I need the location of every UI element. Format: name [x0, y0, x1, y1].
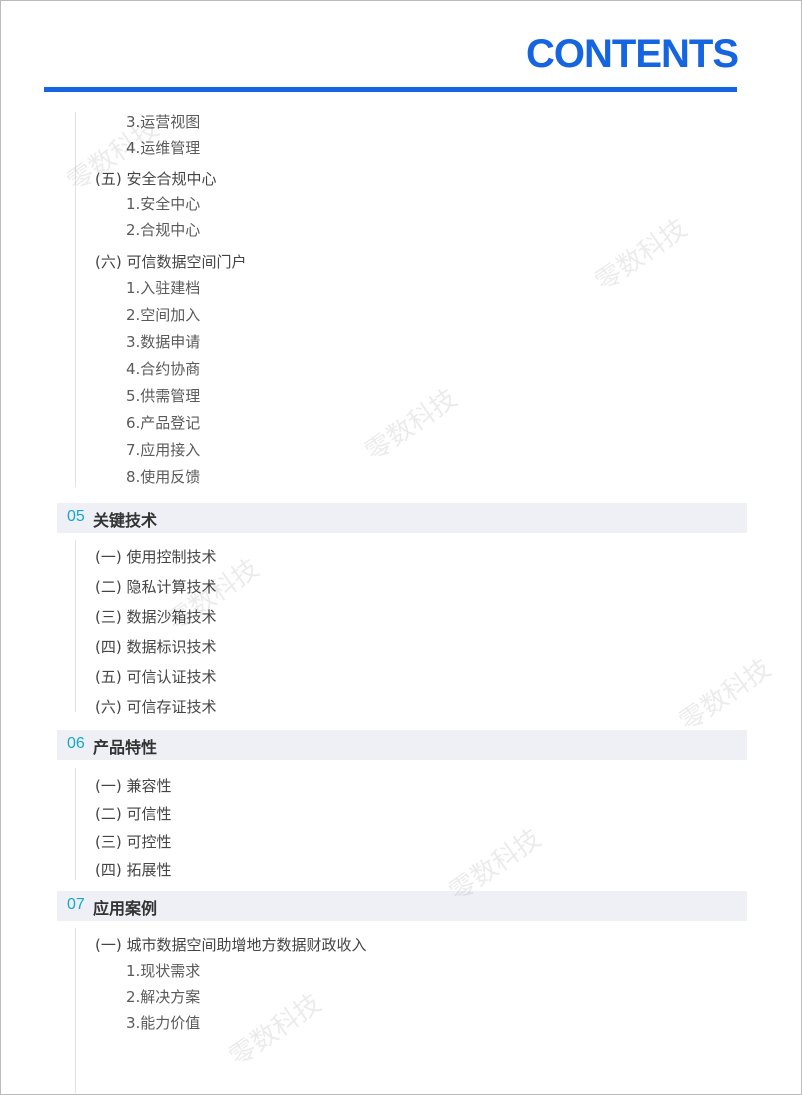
toc-subsection[interactable]: (一) 兼容性 [95, 775, 171, 796]
toc-item[interactable]: 5.供需管理 [126, 385, 200, 406]
section-divider-line [75, 540, 76, 712]
toc-item[interactable]: 7.应用接入 [126, 439, 200, 460]
toc-item[interactable]: 1.现状需求 [126, 960, 200, 981]
toc-subsection[interactable]: (二) 可信性 [95, 803, 171, 824]
toc-item[interactable]: 8.使用反馈 [126, 466, 200, 487]
section-header-05[interactable]: 05 关键技术 [57, 503, 747, 533]
section-number: 05 [67, 508, 85, 525]
toc-subsection[interactable]: (五) 安全合规中心 [95, 168, 216, 189]
toc-item[interactable]: 6.产品登记 [126, 412, 200, 433]
toc-subsection[interactable]: (六) 可信数据空间门户 [95, 251, 246, 272]
section-number: 07 [67, 896, 85, 913]
section-header-07[interactable]: 07 应用案例 [57, 891, 747, 921]
section-divider-line [75, 928, 76, 1093]
section-title: 产品特性 [93, 738, 158, 757]
toc-subsection[interactable]: (一) 城市数据空间助增地方数据财政收入 [95, 934, 366, 955]
toc-item[interactable]: 2.解决方案 [126, 986, 200, 1007]
toc-item[interactable]: 2.合规中心 [126, 219, 200, 240]
toc-item[interactable]: 2.空间加入 [126, 304, 200, 325]
section-title: 应用案例 [93, 899, 158, 918]
contents-title: CONTENTS [526, 32, 739, 76]
toc-subsection[interactable]: (三) 可控性 [95, 831, 171, 852]
toc-item[interactable]: 1.入驻建档 [126, 277, 200, 298]
toc-item[interactable]: 3.运营视图 [126, 111, 200, 132]
toc-item[interactable]: 4.合约协商 [126, 358, 200, 379]
section-header-06[interactable]: 06 产品特性 [57, 730, 747, 760]
toc-subsection[interactable]: (六) 可信存证技术 [95, 696, 216, 717]
toc-item[interactable]: 1.安全中心 [126, 193, 200, 214]
toc-item[interactable]: 4.运维管理 [126, 137, 200, 158]
title-underline [44, 87, 737, 92]
toc-subsection[interactable]: (四) 拓展性 [95, 859, 171, 880]
toc-subsection[interactable]: (一) 使用控制技术 [95, 546, 216, 567]
toc-subsection[interactable]: (五) 可信认证技术 [95, 666, 216, 687]
section-title: 关键技术 [93, 511, 158, 530]
section-divider-line [75, 112, 76, 487]
section-number: 06 [67, 735, 85, 752]
toc-subsection[interactable]: (三) 数据沙箱技术 [95, 606, 216, 627]
toc-subsection[interactable]: (二) 隐私计算技术 [95, 576, 216, 597]
section-divider-line [75, 768, 76, 880]
toc-subsection[interactable]: (四) 数据标识技术 [95, 636, 216, 657]
toc-item[interactable]: 3.能力价值 [126, 1012, 200, 1033]
toc-item[interactable]: 3.数据申请 [126, 331, 200, 352]
